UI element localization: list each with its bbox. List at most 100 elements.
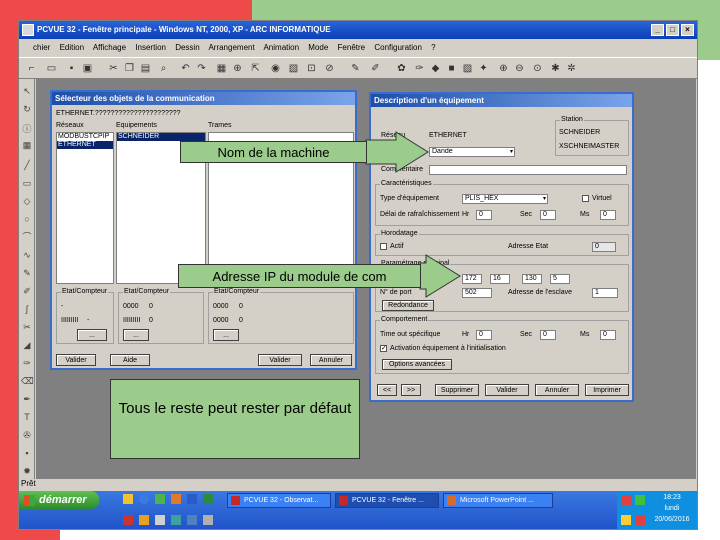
quicklaunch-network-icon[interactable] [187,515,197,525]
fill-icon[interactable]: ✑ [413,62,426,75]
info-tool-icon[interactable]: ⓘ [21,123,33,135]
layer-icon[interactable]: ◆ [429,62,442,75]
tray-alert-icon[interactable] [621,495,631,505]
copy-icon[interactable]: ❐ [123,62,136,75]
list-item-selected[interactable]: SCHNEIDER [117,133,205,141]
select-icon[interactable]: ⇱ [249,62,262,75]
zoom-out-icon[interactable]: ⊖ [513,62,526,75]
delai-hr-input[interactable]: 0 [476,210,492,220]
ip-octet-4[interactable]: 5 [550,274,570,284]
ip-octet-2[interactable]: 16 [490,274,510,284]
open-folder-icon[interactable]: ▭ [45,62,58,75]
pencil-tool-icon[interactable]: ✎ [21,267,33,279]
timeout-sec-input[interactable]: 0 [540,330,556,340]
quicklaunch-media-icon[interactable] [171,494,181,504]
menu-help[interactable]: ? [431,43,435,52]
activation-checkbox[interactable]: ✓ [380,345,387,352]
block-tool-icon[interactable]: ▪ [21,447,33,459]
quicklaunch-settings-icon[interactable] [203,515,213,525]
menu-affichage[interactable]: Affichage [93,43,126,52]
dots-button[interactable]: ... [123,329,149,341]
timeout-hr-input[interactable]: 0 [476,330,492,340]
menu-fenetre[interactable]: Fenêtre [338,43,366,52]
poly-tool-icon[interactable]: ◇ [21,195,33,207]
pencil-icon[interactable]: ✎ [349,62,362,75]
text-tool-icon[interactable]: T [21,411,33,423]
menu-dessin[interactable]: Dessin [175,43,199,52]
ip-octet-1[interactable]: 172 [462,274,482,284]
scissors-tool-icon[interactable]: ✂ [21,321,33,333]
dots-button[interactable]: ... [77,329,107,341]
menu-mode[interactable]: Mode [308,43,328,52]
arc-tool-icon[interactable]: ⌒ [21,231,33,243]
task-pcvue-observation[interactable]: PCVUE 32 - Observat... [227,493,331,508]
rotate-tool-icon[interactable]: ↻ [21,103,33,115]
options-avancees-button[interactable]: Options avancées [382,359,452,370]
group-icon[interactable]: ▨ [461,62,474,75]
quicklaunch-word-icon[interactable] [187,494,197,504]
zoom-icon[interactable]: ⊕ [231,62,244,75]
port-input[interactable]: 502 [462,288,492,298]
quicklaunch-folder-icon[interactable] [123,494,133,504]
delai-ms-input[interactable]: 0 [600,210,616,220]
menu-arrangement[interactable]: Arrangement [208,43,254,52]
supprimer-button[interactable]: Supprimer [435,384,479,396]
station-item[interactable]: SCHNEIDER [559,129,600,136]
bezier-tool-icon[interactable]: ∫ [21,303,33,315]
list-item[interactable]: MODBUSTCPIP [57,133,113,141]
menu-insertion[interactable]: Insertion [135,43,166,52]
valider-button[interactable]: Valider [485,384,529,396]
config-icon[interactable]: ▧ [287,62,300,75]
zoom-fit-icon[interactable]: ⊙ [531,62,544,75]
undo-icon[interactable]: ↶ [179,62,192,75]
annuler-button[interactable]: Annuler [535,384,579,396]
line-tool-icon[interactable]: ╱ [21,159,33,171]
quicklaunch-desktop-icon[interactable] [155,494,165,504]
quicklaunch-acrobat-icon[interactable] [123,515,133,525]
paste-icon[interactable]: ▤ [139,62,152,75]
grid-icon[interactable]: ▦ [215,62,228,75]
menu-configuration[interactable]: Configuration [374,43,422,52]
magic-icon[interactable]: ✱ [549,62,562,75]
print-icon[interactable]: ▣ [81,62,94,75]
task-pcvue-fenetre[interactable]: PCVUE 32 - Fenêtre ... [335,493,439,508]
tray-update-icon[interactable] [635,515,645,525]
selector-annuler-button[interactable]: Annuler [310,354,352,366]
pointer-tool-icon[interactable]: ↖ [21,85,33,97]
quicklaunch-explorer-icon[interactable] [155,515,165,525]
palette-icon[interactable]: ✿ [395,62,408,75]
curve-tool-icon[interactable]: ∿ [21,249,33,261]
imprimer-button[interactable]: Imprimer [585,384,629,396]
quicklaunch-excel-icon[interactable] [203,494,213,504]
close-button[interactable]: × [681,24,694,36]
quicklaunch-firefox-icon[interactable] [139,515,149,525]
symbol-icon[interactable]: ✲ [565,62,578,75]
adresse-etat-input[interactable]: 0 [592,242,616,252]
station-item[interactable]: XSCHNEIMASTER [559,143,619,150]
start-button[interactable]: démarrer [19,491,99,509]
maximize-button[interactable]: □ [666,24,679,36]
brush-tool-icon[interactable]: ✐ [21,285,33,297]
tray-shield-icon[interactable] [621,515,631,525]
selector-valider2-button[interactable]: Valider [258,354,302,366]
type-select[interactable]: PLIS_HEX ▾ [462,194,548,204]
grid-tool-icon[interactable]: ▦ [21,139,33,151]
delai-sec-input[interactable]: 0 [540,210,556,220]
brush-icon[interactable]: ✐ [369,62,382,75]
next-button[interactable]: >> [401,384,421,396]
stop-icon[interactable]: ⊘ [323,62,336,75]
cut-icon[interactable]: ✂ [107,62,120,75]
quicklaunch-ie-icon[interactable] [139,494,149,504]
new-file-icon[interactable]: ⌐ [25,62,38,75]
timeout-ms-input[interactable]: 0 [600,330,616,340]
eraser-tool-icon[interactable]: ⌫ [21,375,34,387]
menu-edition[interactable]: Edition [60,43,84,52]
list-item-selected[interactable]: ETHERNET [57,141,113,149]
fan-tool-icon[interactable]: ✇ [21,429,33,441]
ellipse-tool-icon[interactable]: ○ [21,213,33,225]
find-icon[interactable]: ⌕ [157,62,170,75]
menu-fichier[interactable]: chier [33,43,50,52]
tool-icon[interactable]: ⊡ [305,62,318,75]
save-icon[interactable]: ▪ [65,62,78,75]
task-powerpoint[interactable]: Microsoft PowerPoint ... [443,493,553,508]
